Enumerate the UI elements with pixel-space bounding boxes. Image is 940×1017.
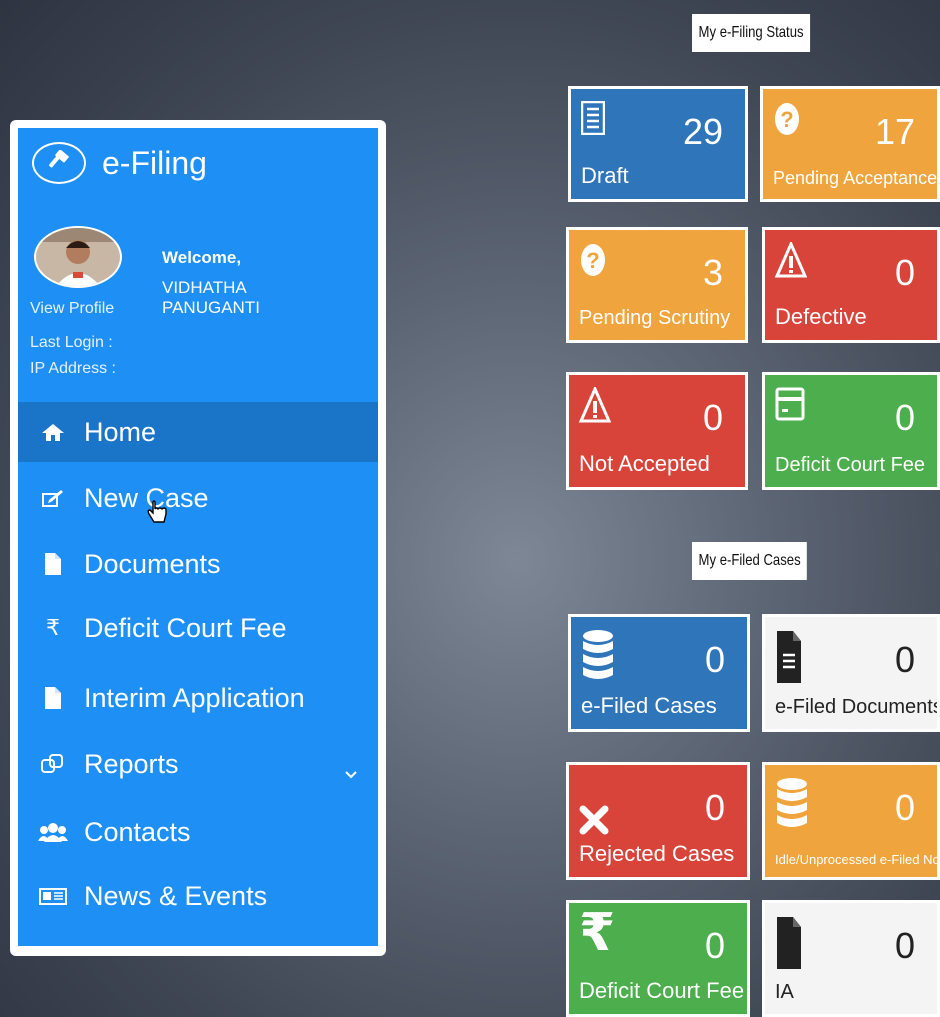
tile-label: Defective: [775, 304, 867, 329]
tile-count: 0: [702, 397, 723, 438]
brand[interactable]: e-Filing: [32, 142, 207, 184]
sidebar-item-documents[interactable]: Documents: [18, 534, 378, 594]
tile-efiled-documents[interactable]: 0 e-Filed Documents: [762, 614, 940, 732]
section-title-efiling-status: My e-Filing Status: [692, 14, 811, 52]
question-icon: ?: [579, 242, 607, 283]
tile-label: Deficit Court Fee: [775, 454, 926, 476]
tile-efiled-cases[interactable]: 0 e-Filed Cases: [568, 614, 750, 732]
sidebar-item-home[interactable]: Home: [18, 402, 378, 462]
tile-label: Pending Acceptance: [773, 168, 938, 188]
sidebar-item-label: Contacts: [84, 816, 191, 847]
welcome-text: Welcome,: [162, 248, 242, 267]
ip-address-label: IP Address :: [30, 360, 116, 377]
sidebar-panel: e-Filing View Profile Welcome, VIDHATHA …: [18, 128, 378, 946]
warning-icon: [774, 240, 808, 283]
sidebar-item-new-case[interactable]: New Case: [18, 468, 378, 528]
rupee-icon: ₹: [46, 615, 60, 640]
svg-text:?: ?: [586, 248, 599, 273]
tile-rejected-cases[interactable]: 0 Rejected Cases: [566, 762, 750, 880]
tile-count: 0: [704, 787, 725, 828]
tile-deficit-court-fee[interactable]: 0 Deficit Court Fee: [762, 372, 940, 490]
file-icon: [38, 685, 68, 711]
tile-defective[interactable]: 0 Defective: [762, 227, 940, 343]
sidebar-item-news-events[interactable]: News & Events: [18, 866, 378, 926]
tile-label: Draft: [581, 163, 629, 188]
database-icon: [775, 777, 809, 838]
sidebar-item-label: Deficit Court Fee: [84, 612, 287, 643]
edit-icon: [38, 485, 68, 511]
tile-label: IA: [775, 981, 794, 1003]
tile-count: 0: [704, 925, 725, 966]
tile-label: e-Filed Documents: [775, 696, 940, 718]
sidebar-nav: Home New Case Documents ₹ Deficit Court: [18, 402, 378, 926]
sidebar-item-interim-application[interactable]: Interim Application: [18, 668, 378, 728]
tile-label: Rejected Cases: [579, 841, 735, 866]
tile-count: 3: [702, 252, 723, 293]
home-icon: [38, 419, 68, 445]
question-icon: ?: [773, 101, 801, 142]
tile-deficit-court-fee-filed[interactable]: ₹ 0 Deficit Court Fee: [566, 900, 750, 1017]
tile-draft[interactable]: 29 Draft: [568, 86, 748, 202]
last-login-label: Last Login :: [30, 334, 113, 351]
sidebar-item-label: Documents: [84, 548, 221, 579]
document-icon: [775, 629, 803, 690]
svg-text:?: ?: [780, 107, 793, 132]
tile-count: 0: [894, 925, 915, 966]
newspaper-icon: [38, 883, 68, 909]
tile-label: Idle/Unprocessed e-Filed No.'s: [775, 852, 940, 867]
tile-count: 29: [682, 111, 723, 152]
tile-label: e-Filed Cases: [581, 693, 717, 718]
sidebar-item-label: Reports: [84, 748, 179, 779]
sidebar-item-deficit-court-fee[interactable]: ₹ Deficit Court Fee: [18, 598, 378, 658]
warning-icon: [578, 385, 612, 428]
tile-label: Not Accepted: [579, 451, 710, 476]
view-profile-link[interactable]: View Profile: [30, 300, 114, 318]
tile-count: 0: [894, 787, 915, 828]
gavel-icon: [32, 142, 86, 184]
tile-label: Pending Scrutiny: [579, 307, 731, 329]
tile-count: 0: [894, 252, 915, 293]
tile-count: 0: [704, 639, 725, 680]
tile-count: 0: [894, 397, 915, 438]
file-icon: [38, 551, 68, 577]
user-name: VIDHATHA PANUGANTI: [162, 278, 260, 317]
tile-count: 0: [894, 639, 915, 680]
tile-pending-acceptance[interactable]: ? 17 Pending Acceptance: [760, 86, 940, 202]
tile-idle-unprocessed[interactable]: 0 Idle/Unprocessed e-Filed No.'s: [762, 762, 940, 880]
cross-icon: [579, 805, 609, 840]
sidebar-item-label: Interim Application: [84, 682, 305, 713]
list-icon: [580, 100, 606, 140]
document-icon: [775, 915, 803, 976]
tile-not-accepted[interactable]: 0 Not Accepted: [566, 372, 748, 490]
chevron-down-icon[interactable]: [344, 756, 358, 787]
hand-cursor-icon: [146, 500, 168, 531]
sidebar-item-label: Home: [84, 416, 157, 447]
users-icon: [38, 819, 68, 845]
reports-icon: [38, 751, 68, 777]
sidebar-item-label: News & Events: [84, 880, 268, 911]
tile-label: Deficit Court Fee: [579, 978, 745, 1003]
sidebar-item-contacts[interactable]: Contacts: [18, 802, 378, 862]
tile-ia[interactable]: 0 IA: [762, 900, 940, 1017]
section-title-efiled-cases: My e-Filed Cases: [692, 542, 808, 580]
calculator-icon: [775, 387, 805, 426]
tile-count: 17: [874, 111, 915, 152]
app-title: e-Filing: [102, 144, 207, 181]
sidebar-item-reports[interactable]: Reports: [18, 734, 378, 794]
sidebar: e-Filing View Profile Welcome, VIDHATHA …: [10, 120, 386, 956]
database-icon: [581, 629, 615, 690]
rupee-icon: ₹: [579, 904, 616, 962]
avatar[interactable]: [34, 226, 122, 288]
tile-pending-scrutiny[interactable]: ? 3 Pending Scrutiny: [566, 227, 748, 343]
